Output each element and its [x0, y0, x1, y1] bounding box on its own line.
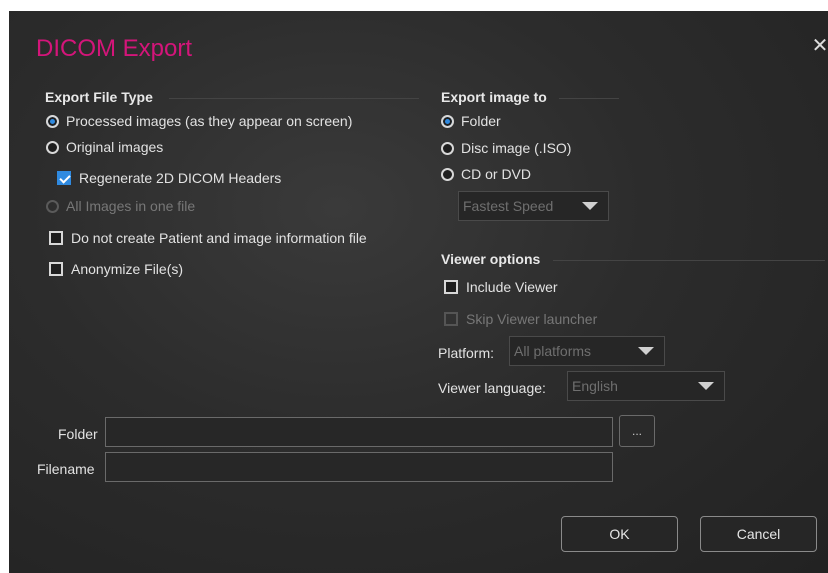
- checkbox-skip-viewer-launcher: Skip Viewer launcher: [444, 311, 597, 327]
- checkbox-anonymize[interactable]: Anonymize File(s): [49, 261, 183, 277]
- radio-selected-icon: [441, 114, 454, 128]
- viewer-language-select-value: English: [572, 378, 618, 394]
- cancel-button[interactable]: Cancel: [700, 516, 817, 552]
- viewer-language-label: Viewer language:: [438, 380, 546, 396]
- folder-label: Folder: [58, 426, 98, 442]
- radio-unselected-icon: [46, 140, 59, 154]
- radio-all-images-one-file: All Images in one file: [46, 198, 195, 214]
- checkbox-checked-icon: [57, 171, 71, 185]
- platform-select-value: All platforms: [514, 343, 592, 359]
- export-file-type-heading-text: Export File Type: [45, 89, 153, 105]
- section-divider: [553, 260, 825, 261]
- browse-folder-button[interactable]: ...: [619, 415, 655, 447]
- filename-input[interactable]: [105, 452, 613, 482]
- chevron-down-icon: [698, 382, 714, 390]
- radio-export-folder[interactable]: Folder: [441, 113, 501, 129]
- radio-unselected-icon: [441, 141, 454, 155]
- radio-processed-images-label: Processed images (as they appear on scre…: [66, 113, 353, 129]
- checkbox-skip-viewer-launcher-label: Skip Viewer launcher: [466, 311, 598, 327]
- radio-all-images-one-file-label: All Images in one file: [66, 198, 196, 214]
- radio-export-disc-image[interactable]: Disc image (.ISO): [441, 140, 571, 156]
- section-divider: [169, 98, 419, 99]
- section-divider: [559, 98, 619, 99]
- radio-original-images-label: Original images: [66, 139, 164, 155]
- radio-disabled-icon: [46, 199, 59, 213]
- ok-button[interactable]: OK: [561, 516, 678, 552]
- viewer-options-heading: Viewer options: [441, 251, 825, 267]
- viewer-language-select[interactable]: English: [567, 371, 725, 401]
- radio-original-images[interactable]: Original images: [46, 139, 163, 155]
- burn-speed-value: Fastest Speed: [463, 198, 554, 214]
- dicom-export-dialog: DICOM Export ✕ Export File Type Processe…: [9, 11, 828, 573]
- burn-speed-select: Fastest Speed: [458, 191, 609, 221]
- radio-processed-images[interactable]: Processed images (as they appear on scre…: [46, 113, 352, 129]
- checkbox-anonymize-label: Anonymize File(s): [71, 261, 184, 277]
- platform-label: Platform:: [438, 345, 495, 361]
- radio-unselected-icon: [441, 167, 454, 181]
- checkbox-unchecked-icon: [49, 262, 63, 276]
- checkbox-disabled-icon: [444, 312, 458, 326]
- export-image-to-heading: Export image to: [441, 89, 619, 105]
- radio-export-cd-dvd[interactable]: CD or DVD: [441, 166, 531, 182]
- radio-export-cd-dvd-label: CD or DVD: [461, 166, 532, 182]
- folder-input[interactable]: [105, 417, 613, 447]
- checkbox-include-viewer[interactable]: Include Viewer: [444, 279, 558, 295]
- checkbox-regenerate-headers[interactable]: Regenerate 2D DICOM Headers: [57, 170, 281, 186]
- export-file-type-heading: Export File Type: [45, 89, 419, 105]
- export-image-to-heading-text: Export image to: [441, 89, 547, 105]
- chevron-down-icon: [582, 202, 598, 210]
- radio-selected-icon: [46, 114, 59, 128]
- checkbox-no-patient-info-label: Do not create Patient and image informat…: [71, 230, 367, 246]
- dialog-title: DICOM Export: [36, 35, 193, 62]
- checkbox-unchecked-icon: [444, 280, 458, 294]
- checkbox-no-patient-info[interactable]: Do not create Patient and image informat…: [49, 230, 367, 246]
- filename-label: Filename: [37, 461, 95, 477]
- chevron-down-icon: [638, 347, 654, 355]
- checkbox-unchecked-icon: [49, 231, 63, 245]
- close-icon[interactable]: ✕: [811, 36, 828, 56]
- checkbox-include-viewer-label: Include Viewer: [466, 279, 558, 295]
- radio-export-disc-image-label: Disc image (.ISO): [461, 140, 572, 156]
- checkbox-regenerate-headers-label: Regenerate 2D DICOM Headers: [79, 170, 282, 186]
- radio-export-folder-label: Folder: [461, 113, 501, 129]
- platform-select[interactable]: All platforms: [509, 336, 665, 366]
- viewer-options-heading-text: Viewer options: [441, 251, 541, 267]
